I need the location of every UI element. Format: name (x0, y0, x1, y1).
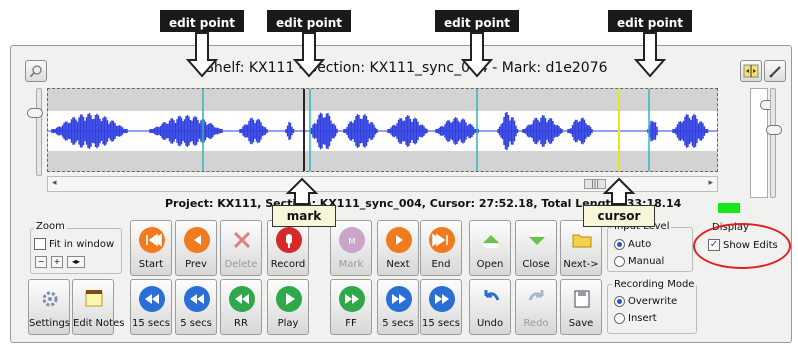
edit-point-arrow-3 (460, 32, 494, 78)
cursor-arrow (602, 177, 636, 205)
cursor-callout: cursor (583, 205, 655, 227)
mark-callout: mark (272, 205, 336, 227)
callout-arrows (185, 32, 667, 205)
edit-point-arrow-2 (292, 32, 326, 78)
mark-arrow (285, 177, 319, 205)
edit-point-arrow-1 (185, 32, 219, 78)
edit-point-arrow-4 (633, 32, 667, 78)
